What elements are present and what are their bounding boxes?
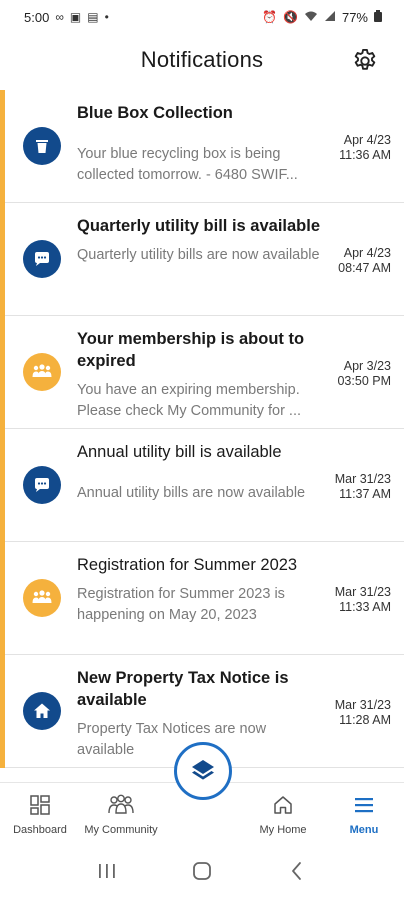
notification-time: 03:50 PM [337,374,391,388]
settings-button[interactable] [350,46,380,76]
status-bar: 5:00 ∞ ▣ ▤ • ⏰ 🔇 77% [0,0,404,34]
recent-apps-button[interactable] [87,856,127,886]
notification-content: Annual utility bill is available Annual … [77,441,323,504]
community-icon [32,364,52,377]
notification-timestamp: Apr 4/23 11:36 AM [321,133,391,163]
notification-avatar [23,240,61,278]
notification-item[interactable]: Quarterly utility bill is available Quar… [0,203,404,316]
community-icon [32,590,52,603]
nav-label: Menu [349,824,379,836]
notification-avatar [23,466,61,504]
wifi-icon [304,10,318,24]
nav-menu[interactable]: Menu [324,793,404,836]
notification-body: Quarterly utility bills are now availabl… [77,247,320,263]
notification-avatar [23,127,61,165]
layers-icon [192,760,214,780]
notification-body: Registration for Summer 2023 is happenin… [77,586,285,623]
notification-title: Registration for Summer 2023 [77,556,298,574]
notification-time: 11:33 AM [339,600,391,614]
notification-timestamp: Apr 4/23 08:47 AM [321,246,391,276]
home-outline-icon [274,796,292,814]
notification-date: Mar 31/23 [334,472,391,486]
notification-date: Apr 3/23 [343,359,391,373]
notification-title: New Property Tax Notice is available [77,669,289,709]
home-system-button[interactable] [182,856,222,886]
battery-level: 77% [341,9,368,25]
status-time: 5:00 [24,9,50,25]
notification-content: Your membership is about to expired You … [77,328,323,422]
notification-avatar [23,579,61,617]
home-square-icon [193,862,211,880]
notification-body: Your blue recycling box is being collect… [77,146,298,183]
system-navigation [0,842,404,900]
gallery-icon: ▣ [69,10,82,24]
notification-title: Blue Box Collection [77,104,233,122]
back-button[interactable] [277,856,317,886]
dashboard-icon [30,795,50,815]
notification-timestamp: Mar 31/23 11:33 AM [321,585,391,615]
community-icon [108,794,134,814]
hamburger-icon [355,798,373,813]
notification-timestamp: Mar 31/23 11:37 AM [321,472,391,502]
nav-label: My Community [84,824,158,836]
chat-bubble-icon [35,252,49,266]
notification-timestamp: Mar 31/23 11:28 AM [321,698,391,728]
back-chevron-icon [291,862,301,880]
notification-body: Annual utility bills are now available [77,485,306,501]
signal-icon [324,10,336,24]
notification-timestamp: Apr 3/23 03:50 PM [321,359,391,389]
notification-body: You have an expiring membership. Please … [77,382,302,419]
notification-content: Blue Box Collection Your blue recycling … [77,102,323,186]
alarm-icon: ⏰ [262,10,278,24]
notification-title: Quarterly utility bill is available [77,217,321,235]
notification-date: Apr 4/23 [343,133,391,147]
notification-content: Registration for Summer 2023 Registratio… [77,554,323,626]
gear-icon [354,48,376,70]
app-header: Notifications [0,34,404,86]
status-left: 5:00 ∞ ▣ ▤ • [24,10,109,25]
notification-title: Your membership is about to expired [77,330,305,370]
nav-my-community[interactable]: My Community [81,793,161,836]
notification-avatar [23,353,61,391]
notification-item[interactable]: Annual utility bill is available Annual … [0,429,404,542]
layers-fab-button[interactable] [174,742,232,800]
infinity-icon: ∞ [55,10,64,24]
trash-bin-icon [36,140,48,153]
notification-date: Mar 31/23 [334,585,391,599]
page-title: Notifications [140,47,264,72]
image-icon: ▤ [87,10,99,24]
battery-icon [374,10,382,24]
recent-apps-icon [99,864,116,878]
nav-dashboard[interactable]: Dashboard [0,793,80,836]
notification-date: Apr 4/23 [343,246,391,260]
nav-label: Dashboard [13,824,67,836]
dot-icon: • [104,10,109,24]
notification-title: Annual utility bill is available [77,443,282,461]
status-right: ⏰ 🔇 77% [262,10,382,25]
home-icon [34,703,50,718]
notification-time: 11:37 AM [339,487,391,501]
notification-time: 08:47 AM [338,261,391,275]
notification-item[interactable]: Your membership is about to expired You … [0,316,404,429]
nav-my-home[interactable]: My Home [243,793,323,836]
notification-item[interactable]: Registration for Summer 2023 Registratio… [0,542,404,655]
notification-time: 11:36 AM [339,148,391,162]
notification-avatar [23,692,61,730]
notification-date: Mar 31/23 [334,698,391,712]
notification-content: Quarterly utility bill is available Quar… [77,215,323,266]
nav-label: My Home [259,824,307,836]
notification-list[interactable]: Blue Box Collection Your blue recycling … [0,90,404,778]
chat-bubble-icon [35,478,49,492]
mute-icon: 🔇 [283,10,298,24]
notification-item[interactable]: Blue Box Collection Your blue recycling … [0,90,404,203]
notification-time: 11:28 AM [339,713,391,727]
